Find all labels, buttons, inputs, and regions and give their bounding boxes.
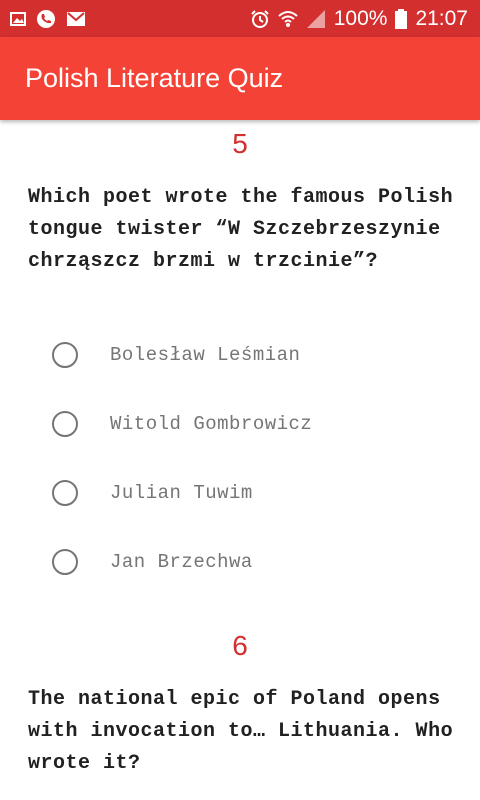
answer-option[interactable]: Julian Tuwim (52, 473, 253, 513)
battery-icon (395, 8, 408, 29)
answer-option[interactable]: Jan Brzechwa (52, 542, 253, 582)
question-number: 6 (232, 630, 248, 661)
radio-button[interactable] (52, 411, 78, 437)
radio-button[interactable] (52, 342, 78, 368)
signal-icon (306, 9, 326, 29)
phone-icon (36, 9, 56, 29)
answer-label: Jan Brzechwa (110, 551, 253, 573)
question-number: 5 (232, 128, 248, 159)
question-text: The national epic of Poland opens with i… (28, 688, 454, 775)
answer-option[interactable]: Witold Gombrowicz (52, 404, 312, 444)
radio-button[interactable] (52, 480, 78, 506)
wifi-icon (278, 10, 298, 28)
status-bar: 100% 21:07 (0, 0, 480, 37)
image-icon (10, 11, 26, 26)
app-title: Polish Literature Quiz (25, 63, 284, 93)
alarm-icon (250, 9, 270, 29)
app-bar: Polish Literature Quiz (0, 37, 480, 120)
answer-option[interactable]: Bolesław Leśmian (52, 335, 300, 375)
clock: 21:07 (415, 7, 468, 30)
answer-label: Julian Tuwim (110, 482, 253, 504)
gmail-icon (66, 11, 86, 27)
quiz-list[interactable]: 5 Which poet wrote the famous Polish ton… (0, 120, 480, 800)
radio-button[interactable] (52, 549, 78, 575)
answer-label: Bolesław Leśmian (110, 344, 301, 366)
battery-percent: 100% (333, 7, 388, 30)
answer-label: Witold Gombrowicz (110, 413, 313, 435)
question-text: Which poet wrote the famous Polish tongu… (28, 186, 454, 273)
